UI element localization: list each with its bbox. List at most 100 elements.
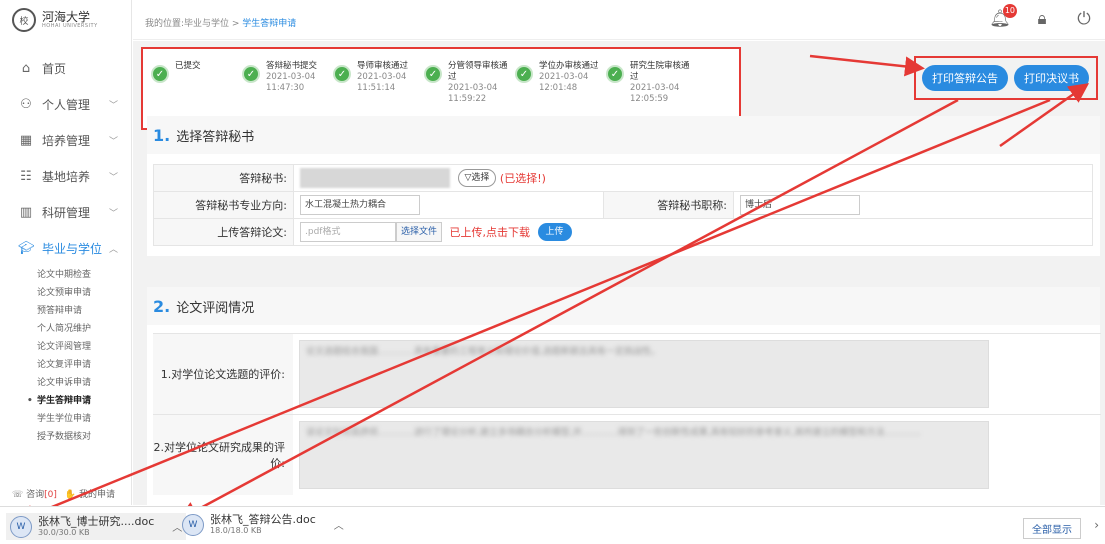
check-icon: ✓ [333,65,351,83]
chevron-down-icon: ﹀ [108,172,118,183]
secretary-section: 1. 选择答辩秘书 答辩秘书: ▽选择 (已选择!) 答辩秘书专业方向: 水工混… [147,116,1100,256]
step-name: 答辩秘书提交 [266,61,318,71]
consult-count: [0] [44,490,57,500]
print-resolution-button[interactable]: 打印决议书 [1014,65,1089,91]
print-buttons-group: 打印答辩公告 打印决议书 [914,56,1098,100]
submenu-item[interactable]: 预答辩申请 [37,302,132,320]
step-name: 学位办审核通过 [539,61,599,71]
submenu-item[interactable]: 论文复评申请 [37,356,132,374]
chevron-up-icon[interactable]: ︿ [172,519,182,534]
nav-item-personal[interactable]: ⚇ 个人管理 ﹀ [0,86,132,122]
step-name: 分管领导审核通过 [448,61,508,82]
user-icon: ⚇ [20,96,32,112]
progress-step: ✓ 分管领导审核通过 2021-03-04 11:59:22 [424,61,515,105]
major-field[interactable]: 水工混凝土热力耦合 [300,195,420,215]
university-seal-icon: 校 [12,8,36,32]
title-label: 答辩秘书职称: [603,191,734,219]
nav-item-graduation[interactable]: 🎓︎ 毕业与学位 ︿ [0,230,132,266]
progress-step: ✓ 导师审核通过 2021-03-04 11:51:14 [333,61,424,105]
sidebar: 校 河海大学 HOHAI UNIVERSITY ⌂ 首页 ⚇ 个人管理 ﹀ ▦ … [0,0,132,505]
chevron-down-icon: ﹀ [108,100,118,111]
graduation-cap-icon: 🎓︎ [18,240,35,256]
check-icon: ✓ [424,65,442,83]
q1-label: 1.对学位论文选题的评价: [153,333,293,415]
section-title-text: 论文评阅情况 [176,300,255,316]
q1-textarea[interactable]: 论文选题结合我国…………具有重要的工程意义和理论价值,选题新颖且具有一定挑战性。 [299,340,989,408]
download-item[interactable]: W 张林飞_博士研究....doc 30.0/30.0 KB ︿ [6,513,187,540]
breadcrumb: 我的位置:毕业与学位 > 学生答辩申请 [145,16,296,29]
select-secretary-button[interactable]: ▽选择 [457,169,497,187]
review-table: 1.对学位论文选题的评价: 论文选题结合我国…………具有重要的工程意义和理论价值… [153,333,1101,495]
submenu-item[interactable]: 论文预审申请 [37,284,132,302]
check-icon: ✓ [515,65,533,83]
logo-subtext: HOHAI UNIVERSITY [42,23,98,29]
step-time: 2021-03-04 11:59:22 [448,83,498,104]
submenu-item[interactable]: 授予数据核对 [37,428,132,446]
home-icon: ⌂ [21,60,31,76]
progress-steps: ✓ 已提交 ✓ 答辩秘书提交 2021-03-04 11:47:30 ✓ 导师审核… [151,61,697,105]
major-label: 答辩秘书专业方向: [153,191,294,219]
submenu-item[interactable]: 论文评阅管理 [37,338,132,356]
nav-label: 首页 [42,61,67,76]
main-content: ✓ 已提交 ✓ 答辩秘书提交 2021-03-04 11:47:30 ✓ 导师审核… [133,41,1105,505]
q2-text: 该论文针对高拱坝…………进行了理论分析,建立多场耦合分析模型,并…………得到了一… [306,428,921,438]
download-name: 张林飞_答辩公告.doc [210,513,316,526]
breadcrumb-prefix: 我的位置:毕业与学位 > [145,19,243,29]
print-notice-button[interactable]: 打印答辩公告 [922,65,1008,91]
word-doc-icon: W [10,515,32,538]
uploaded-download-link[interactable]: 已上传,点击下载 [450,226,531,239]
chevron-up-icon: ︿ [108,244,118,255]
file-path-field[interactable]: .pdf格式 [300,222,396,242]
upload-button[interactable]: 上传 [537,223,572,241]
nav-item-home[interactable]: ⌂ 首页 [0,50,132,86]
step-time: 2021-03-04 11:47:30 [266,72,316,93]
secretary-field[interactable] [300,168,450,188]
power-icon[interactable]: ⏻ [1073,8,1095,30]
title-field[interactable]: 博士后 [740,195,860,215]
notification-bell-icon[interactable]: 🔔︎ 10 [989,4,1017,30]
q2-textarea[interactable]: 该论文针对高拱坝…………进行了理论分析,建立多场耦合分析模型,并…………得到了一… [299,421,989,489]
chevron-up-icon[interactable]: ︿ [334,517,344,532]
submenu-item[interactable]: 学生学位申请 [37,410,132,428]
show-all-button[interactable]: 全部显示 [1023,518,1081,539]
section-title: 1. 选择答辩秘书 [147,116,1100,154]
nav-item-training[interactable]: ▦ 培养管理 ﹀ [0,122,132,158]
selected-status: (已选择!) [499,172,546,185]
logo-text: 河海大学 [42,10,91,24]
progress-step: ✓ 答辩秘书提交 2021-03-04 11:47:30 [242,61,333,105]
my-apply-link[interactable]: ✋ 我的申请 [65,487,115,500]
lock-icon[interactable]: 🔒︎ [1031,8,1053,30]
section-title: 2. 论文评阅情况 [147,287,1100,325]
header-icons: 🔔︎ 10 🔒︎ ⏻ [989,4,1095,30]
close-icon[interactable]: › [1094,518,1099,532]
consult-label: 咨询 [26,490,45,500]
chart-icon: ▥ [19,204,33,220]
chevron-down-icon: ﹀ [108,208,118,219]
university-logo[interactable]: 校 河海大学 HOHAI UNIVERSITY [12,8,98,32]
progress-step: ✓ 研究生院审核通过 2021-03-04 12:05:59 [606,61,697,105]
nav-label: 科研管理 [42,205,91,220]
consult-link[interactable]: ☏ 咨询[0] [12,487,57,500]
submenu-item[interactable]: 论文申诉申请 [37,374,132,392]
submenu-item[interactable]: 个人简况维护 [37,320,132,338]
calendar-icon: ▦ [19,132,33,148]
nav-item-research[interactable]: ▥ 科研管理 ﹀ [0,194,132,230]
nav-label: 毕业与学位 [42,241,103,256]
q1-text: 论文选题结合我国…………具有重要的工程意义和理论价值,选题新颖且具有一定挑战性。 [306,347,660,357]
download-bar: W 张林飞_博士研究....doc 30.0/30.0 KB ︿ W 张林飞_答… [0,506,1105,544]
nav-label: 培养管理 [42,133,91,148]
review-section: 2. 论文评阅情况 1.对学位论文选题的评价: 论文选题结合我国…………具有重要… [147,287,1101,505]
step-name: 已提交 [175,61,201,71]
download-item[interactable]: W 张林飞_答辩公告.doc 18.0/18.0 KB ︿ [182,513,344,536]
secretary-form: 答辩秘书: ▽选择 (已选择!) 答辩秘书专业方向: 水工混凝土热力耦合 答辩秘… [153,164,1093,246]
nav-item-base[interactable]: ☷ 基地培养 ﹀ [0,158,132,194]
check-icon: ✓ [242,65,260,83]
choose-file-button[interactable]: 选择文件 [396,222,443,242]
submenu-item[interactable]: 论文中期检查 [37,266,132,284]
progress-step: ✓ 学位办审核通过 2021-03-04 12:01:48 [515,61,606,105]
submenu-item-current[interactable]: 学生答辩申请 [27,392,132,410]
breadcrumb-current[interactable]: 学生答辩申请 [242,19,296,29]
q2-label: 2.对学位论文研究成果的评价: [153,414,293,495]
section-number: 2. [153,296,171,316]
top-bar: 我的位置:毕业与学位 > 学生答辩申请 🔔︎ 10 🔒︎ ⏻ [133,0,1105,40]
